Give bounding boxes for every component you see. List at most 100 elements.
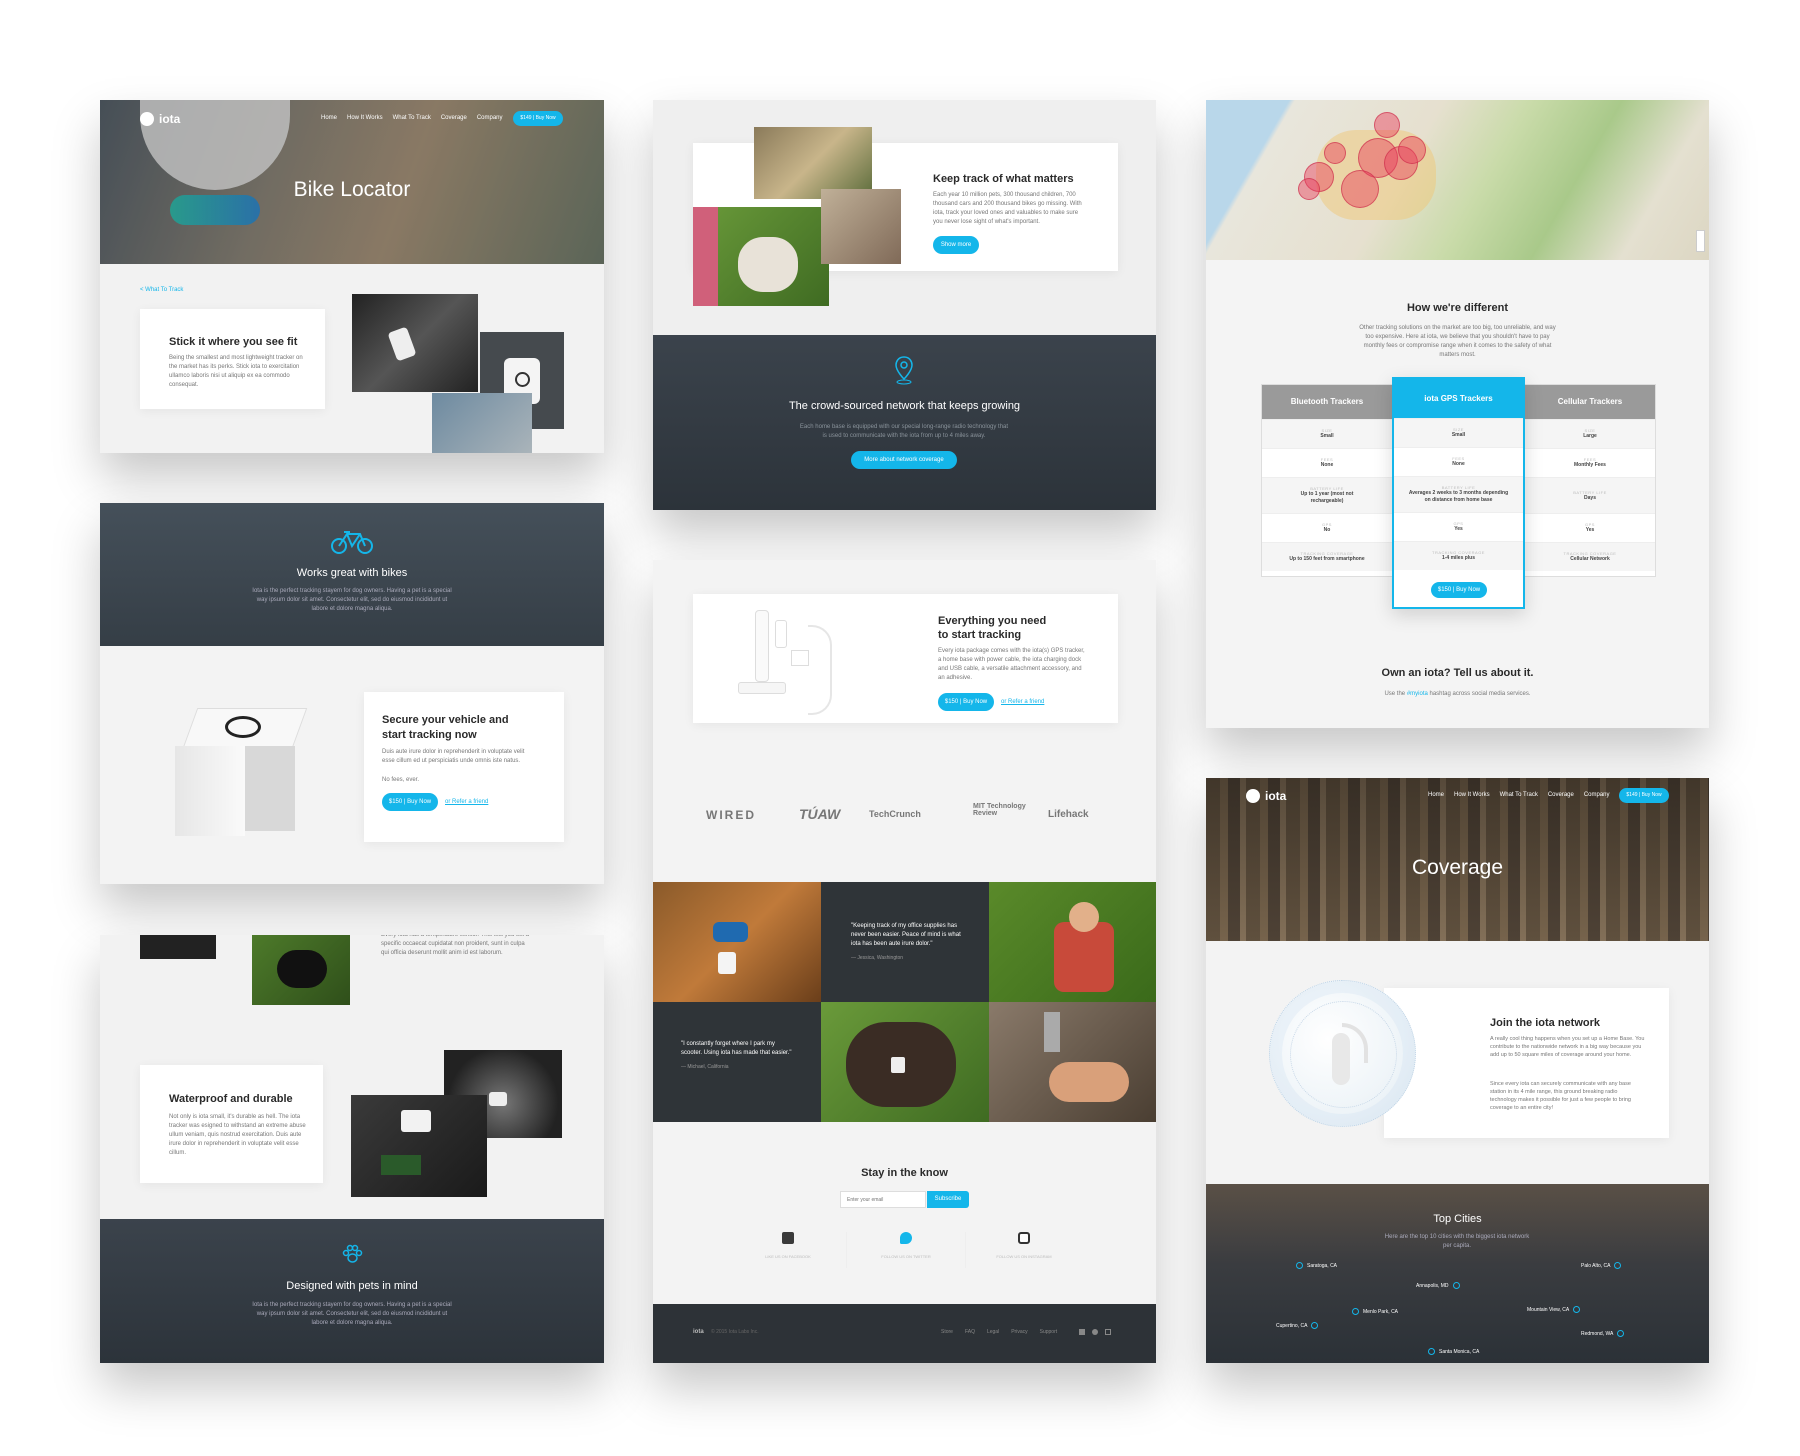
city-redmond[interactable]: Redmond, WA [1581,1330,1625,1337]
saddle-photo [352,294,478,392]
city-name: Mountain View, CA [1527,1306,1570,1313]
network-coverage-button[interactable]: More about network coverage [851,451,957,469]
keep-track-title: Keep track of what matters [933,173,1074,185]
fit-title: Stick it where you see fit [169,336,298,348]
waterproof-title: Waterproof and durable [169,1093,293,1105]
city-palo-alto[interactable]: Palo Alto, CA [1581,1262,1622,1269]
bluetooth-column: Bluetooth Trackers Size Small Fees None Ba… [1261,384,1393,577]
footer-twitter-icon[interactable] [1092,1329,1098,1335]
paw-icon [342,1244,363,1263]
email-input[interactable] [840,1191,926,1208]
footer-store[interactable]: Store [941,1329,953,1335]
city-santa-monica[interactable]: Santa Monica, CA [1428,1348,1479,1355]
iota-logo[interactable]: iota [140,112,180,126]
nav-home[interactable]: Home [321,115,337,121]
nav-company[interactable]: Company [1584,792,1610,798]
nav-how-it-works[interactable]: How It Works [347,115,383,121]
map-zoom-control[interactable] [1696,230,1705,252]
table-row: Tracking Coverage 1-4 miles plus [1394,541,1523,570]
own-iota-title: Own an iota? Tell us about it. [1381,667,1534,679]
bikes-page: Works great with bikes Iota is the perfe… [100,503,604,884]
nav-what-to-track[interactable]: What To Track [1500,792,1538,798]
quote-tile-1: "Keeping track of my office supplies has… [821,882,989,1002]
cellular-column: Cellular Trackers Size Large Fees Monthly … [1524,384,1656,577]
table-row: Battery Life Up to 1 year (most not recha… [1262,477,1392,513]
table-row: GPS Yes [1394,512,1523,541]
instagram-link[interactable]: FOLLOW US ON INSTAGRAM [964,1232,1084,1259]
techcrunch-logo: TechCrunch [869,809,921,819]
footer-support[interactable]: Support [1040,1329,1058,1335]
top-cities-section: Top Cities Here are the top 10 cities wi… [1206,1184,1709,1363]
package-body: Every iota package comes with the iota(s… [938,648,1085,681]
waterproof-body: Not only is iota small, it's durable as … [169,1114,306,1156]
footer-instagram-icon[interactable] [1105,1329,1111,1335]
show-more-button[interactable]: Show more [933,236,979,254]
waterproof-page: Every iota has a temperature sensor. Thi… [100,935,604,1363]
city-menlo-park[interactable]: Menlo Park, CA [1352,1308,1398,1315]
refer-friend-link[interactable]: or Refer a friend [1001,699,1044,705]
footer: iota © 2015 Iota Labs Inc. Store FAQ Leg… [653,1304,1156,1363]
footer-facebook-icon[interactable] [1079,1329,1085,1335]
network-title: The crowd-sourced network that keeps gro… [788,400,1021,412]
breadcrumb[interactable]: < What To Track [140,287,183,293]
own-iota-text-2: hashtag across social media services. [1427,691,1531,697]
footer-legal[interactable]: Legal [987,1329,999,1335]
city-cupertino[interactable]: Cupertino, CA [1276,1322,1319,1329]
fit-box: Stick it where you see fit Being the sma… [140,309,325,409]
city-annapolis[interactable]: Annapolis, MD [1416,1282,1460,1289]
footer-brand: iota [693,1329,704,1335]
location-pin-icon [895,356,913,385]
city-name: Santa Monica, CA [1439,1348,1480,1355]
buy-now-button[interactable]: $150 | Buy Now [1431,582,1487,598]
subscribe-button[interactable]: Subscribe [927,1191,969,1208]
quote-2: "I constantly forget where I park my sco… [681,1040,793,1072]
city-mountain-view[interactable]: Mountain View, CA [1527,1306,1581,1313]
circuit-board-photo [351,1095,487,1197]
nav-coverage[interactable]: Coverage [1548,792,1574,798]
iota-logo[interactable]: iota [1246,789,1286,803]
twitter-label: FOLLOW US ON TWITTER [881,1254,931,1259]
refer-friend-link[interactable]: or Refer a friend [445,799,488,805]
quote-2-author: — Michael, California [681,1064,729,1070]
nav-company[interactable]: Company [477,115,503,121]
facebook-link[interactable]: LIKE US ON FACEBOOK [728,1232,848,1259]
nav-coverage[interactable]: Coverage [441,115,467,121]
nav-home[interactable]: Home [1428,792,1444,798]
instagram-icon [1018,1232,1030,1244]
nav-what-to-track[interactable]: What To Track [393,115,431,121]
city-saratoga[interactable]: Saratoga, CA [1296,1262,1337,1269]
own-iota-text-1: Use the [1384,691,1407,697]
secure-title-1: Secure your vehicle and [382,714,509,726]
join-box: Join the iota network A really cool thin… [1384,988,1669,1138]
coverage-page: iota Home How It Works What To Track Cov… [1206,778,1709,1363]
buy-now-button[interactable]: $150 | Buy Now [938,693,994,711]
nav-buy-button[interactable]: $149 | Buy Now [1619,788,1669,803]
city-pin-icon [1617,1330,1625,1337]
table-row: Fees None [1394,447,1523,476]
hashtag[interactable]: #myiota [1407,691,1428,697]
network-banner: The crowd-sourced network that keeps gro… [653,335,1156,510]
table-row: Size Large [1525,419,1655,448]
coverage-map[interactable] [1206,100,1709,260]
table-row: Fees Monthly Fees [1525,448,1655,477]
hero-title: Bike Locator [293,178,411,201]
secure-body: Duis aute irure dolor in reprehenderit i… [382,749,525,764]
bikes-title: Works great with bikes [296,567,408,579]
bikes-body: Iota is the perfect tracking stayem for … [252,588,452,612]
buy-now-button[interactable]: $150 | Buy Now [382,793,438,811]
own-iota-body: Use the #myiota hashtag across social me… [1206,690,1709,699]
footer-privacy[interactable]: Privacy [1011,1329,1027,1335]
city-name: Cupertino, CA [1276,1322,1308,1329]
join-body-2: Since every iota can securely communicat… [1490,1081,1631,1111]
table-row: Fees None [1262,448,1392,477]
newsletter-title: Stay in the know [861,1167,948,1179]
package-contents-image [733,610,833,730]
top-cities-title: Top Cities [1433,1213,1482,1225]
city-name: Saratoga, CA [1307,1262,1338,1269]
twitter-link[interactable]: FOLLOW US ON TWITTER [846,1232,966,1268]
comparison-page: How we're different Other tracking solut… [1206,100,1709,728]
nav-buy-button[interactable]: $149 | Buy Now [513,111,563,126]
table-row: Tracking Coverage Up to 150 feet from sma… [1262,542,1392,571]
footer-faq[interactable]: FAQ [965,1329,975,1335]
nav-how-it-works[interactable]: How It Works [1454,792,1490,798]
